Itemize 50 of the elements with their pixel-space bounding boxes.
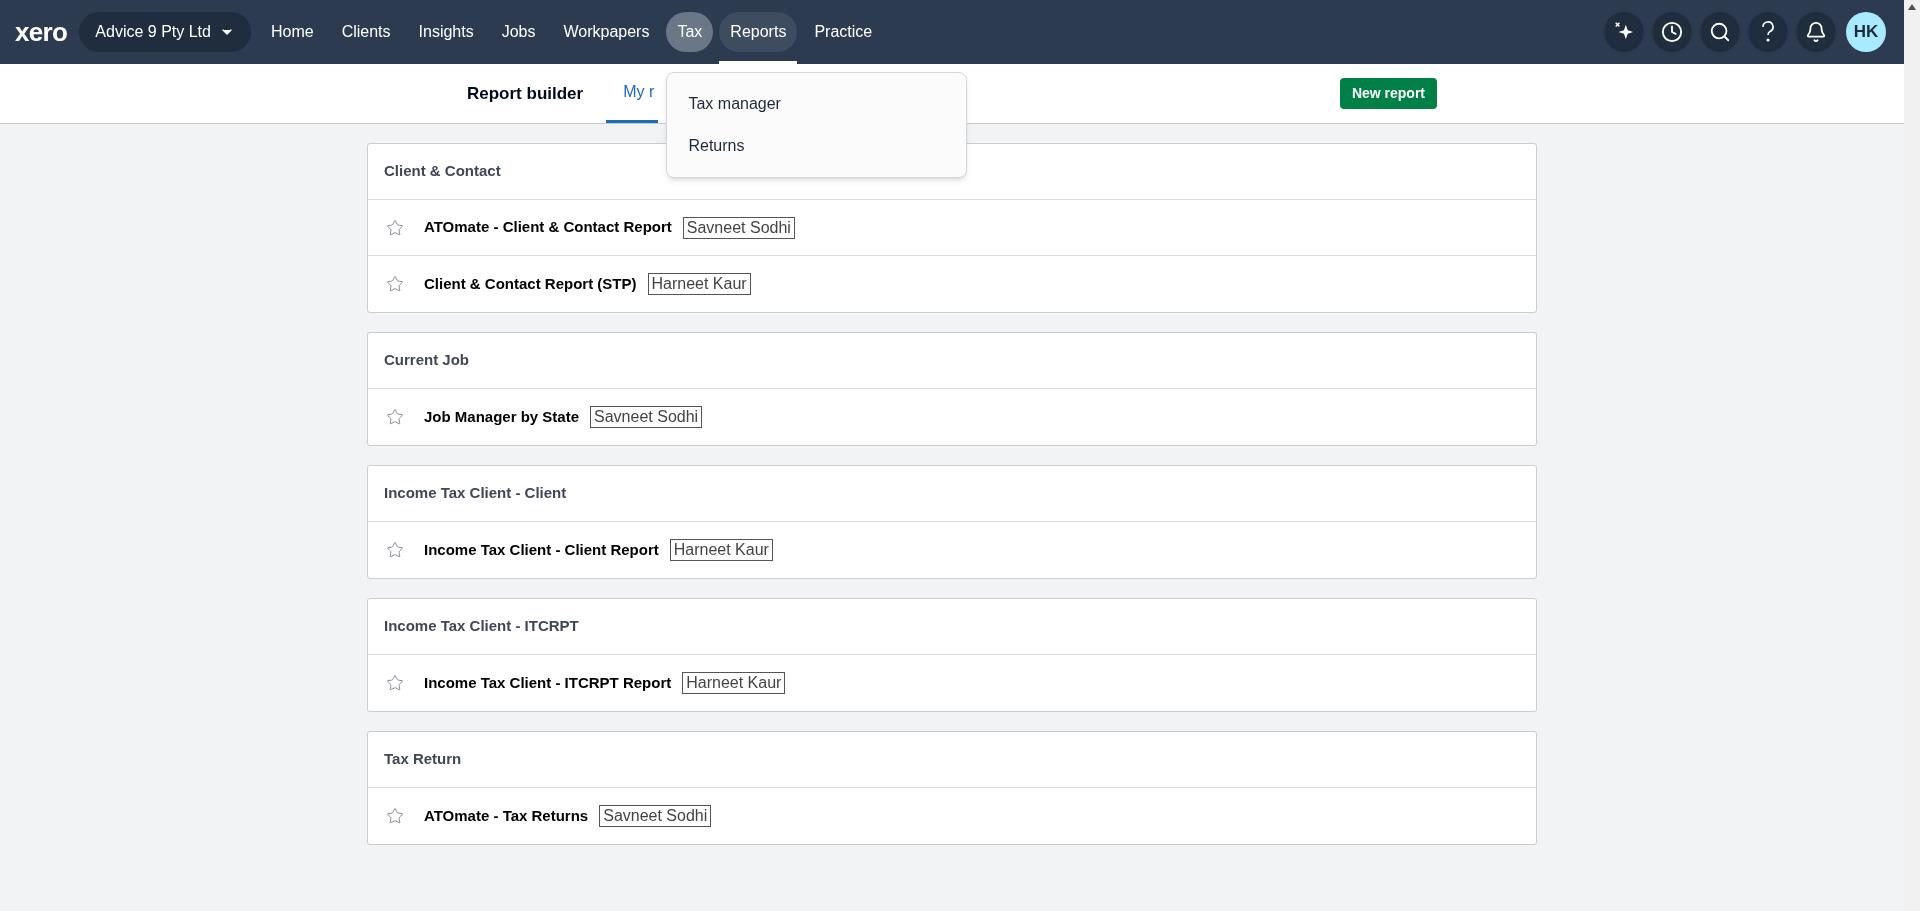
report-name[interactable]: ATOmate - Tax Returns [424,804,589,828]
scroll-up-icon [1908,4,1916,10]
group-title: Income Tax Client - Client [384,483,567,504]
report-name[interactable]: Job Manager by State [424,405,580,429]
clock-icon [1661,21,1683,43]
page-title: Report builder [467,82,584,105]
search-icon [1709,21,1731,43]
star-icon[interactable] [386,275,404,293]
star-icon[interactable] [386,674,404,692]
group-title: Tax Return [384,749,462,770]
nav-tab[interactable]: Workpapers [552,12,661,52]
help-icon [1761,21,1775,43]
menu-item[interactable]: Returns [667,125,967,167]
nav-tab[interactable]: Home [259,12,325,52]
nav-tab[interactable]: Jobs [490,12,547,52]
report-name[interactable]: Income Tax Client - Client Report [424,538,659,562]
group-title: Current Job [384,350,469,371]
owner-label: Harneet Kaur [669,539,773,561]
new-report-button[interactable]: New report [1339,78,1437,109]
report-name[interactable]: Client & Contact Report (STP) [424,272,637,296]
notifications-button[interactable] [1796,12,1836,52]
sparkle-button[interactable] [1604,12,1644,52]
star-icon[interactable] [386,408,404,426]
nav-tab[interactable]: Practice [803,12,884,52]
owner-label: Savneet Sodhi [682,216,795,239]
bell-icon [1805,21,1827,43]
nav-tab[interactable]: Reports [719,12,798,52]
logo[interactable]: xero [15,19,68,45]
help-button[interactable] [1748,12,1788,52]
nav-tab[interactable]: Insights [407,12,485,52]
scrollbar[interactable] [1904,0,1920,911]
owner-label: Savneet Sodhi [590,406,703,428]
star-icon[interactable] [386,807,404,825]
nav-tab[interactable]: Tax [666,12,714,52]
nav-tab[interactable]: Clients [330,12,402,52]
group-title: Client & Contact [384,161,501,182]
menu-item[interactable]: Tax manager [667,83,967,125]
star-icon[interactable] [386,218,404,237]
group-title: Income Tax Client - ITCRPT [384,616,579,637]
history-button[interactable] [1652,12,1692,52]
tab[interactable]: My r [606,64,659,123]
owner-label: Harneet Kaur [682,672,786,694]
user-avatar[interactable]: HK [1846,12,1886,52]
organisation-switcher[interactable]: Advice 9 Pty Ltd [79,12,251,52]
report-name[interactable]: ATOmate - Client & Contact Report [424,216,672,239]
owner-label: Savneet Sodhi [599,805,712,827]
search-button[interactable] [1700,12,1740,52]
report-name[interactable]: Income Tax Client - ITCRPT Report [424,671,672,695]
star-icon[interactable] [386,541,404,559]
owner-label: Harneet Kaur [647,273,751,295]
